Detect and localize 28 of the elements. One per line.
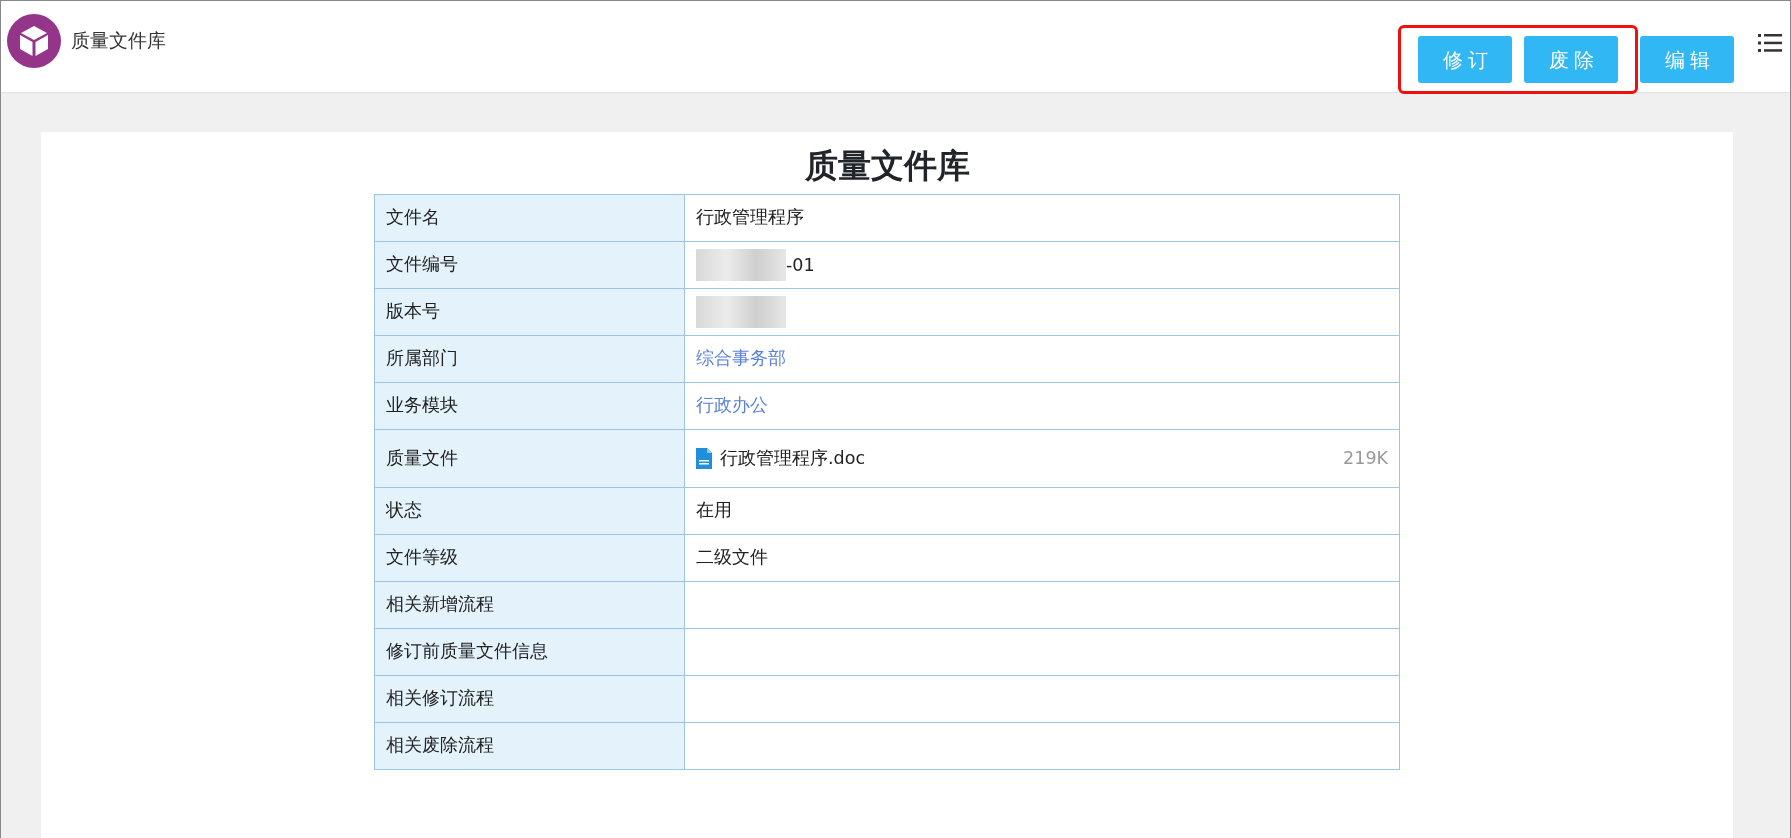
field-label: 所属部门 xyxy=(386,348,458,369)
file-link[interactable]: 行政管理程序.doc xyxy=(720,444,865,472)
field-label: 相关新增流程 xyxy=(386,594,494,615)
field-label: 文件等级 xyxy=(386,547,458,568)
field-link[interactable]: 行政办公 xyxy=(696,395,768,416)
field-value: 在用 xyxy=(696,500,732,521)
field-label: 相关修订流程 xyxy=(386,688,494,709)
toolbar-button[interactable]: 修订 xyxy=(1418,36,1512,83)
file-size: 219K xyxy=(1343,446,1388,470)
app-title: 质量文件库 xyxy=(71,28,166,54)
word-document-icon xyxy=(696,447,712,469)
menu-icon[interactable] xyxy=(1758,32,1782,53)
field-label: 业务模块 xyxy=(386,395,458,416)
field-value: -01 xyxy=(786,254,815,275)
field-value: 二级文件 xyxy=(696,547,768,568)
field-label: 版本号 xyxy=(386,301,440,322)
toolbar-button[interactable]: 废除 xyxy=(1524,36,1618,83)
toolbar-button[interactable]: 编辑 xyxy=(1640,36,1734,83)
document-title: 质量文件库 xyxy=(803,146,971,186)
field-label: 相关废除流程 xyxy=(386,735,494,756)
field-label: 修订前质量文件信息 xyxy=(386,641,548,662)
field-label: 质量文件 xyxy=(386,447,458,468)
cube-logo-icon xyxy=(7,13,61,68)
field-label: 文件名 xyxy=(386,207,440,228)
field-label: 状态 xyxy=(386,500,422,521)
field-label: 文件编号 xyxy=(386,254,458,275)
field-link[interactable]: 综合事务部 xyxy=(696,348,786,369)
field-value: 行政管理程序 xyxy=(696,207,804,228)
